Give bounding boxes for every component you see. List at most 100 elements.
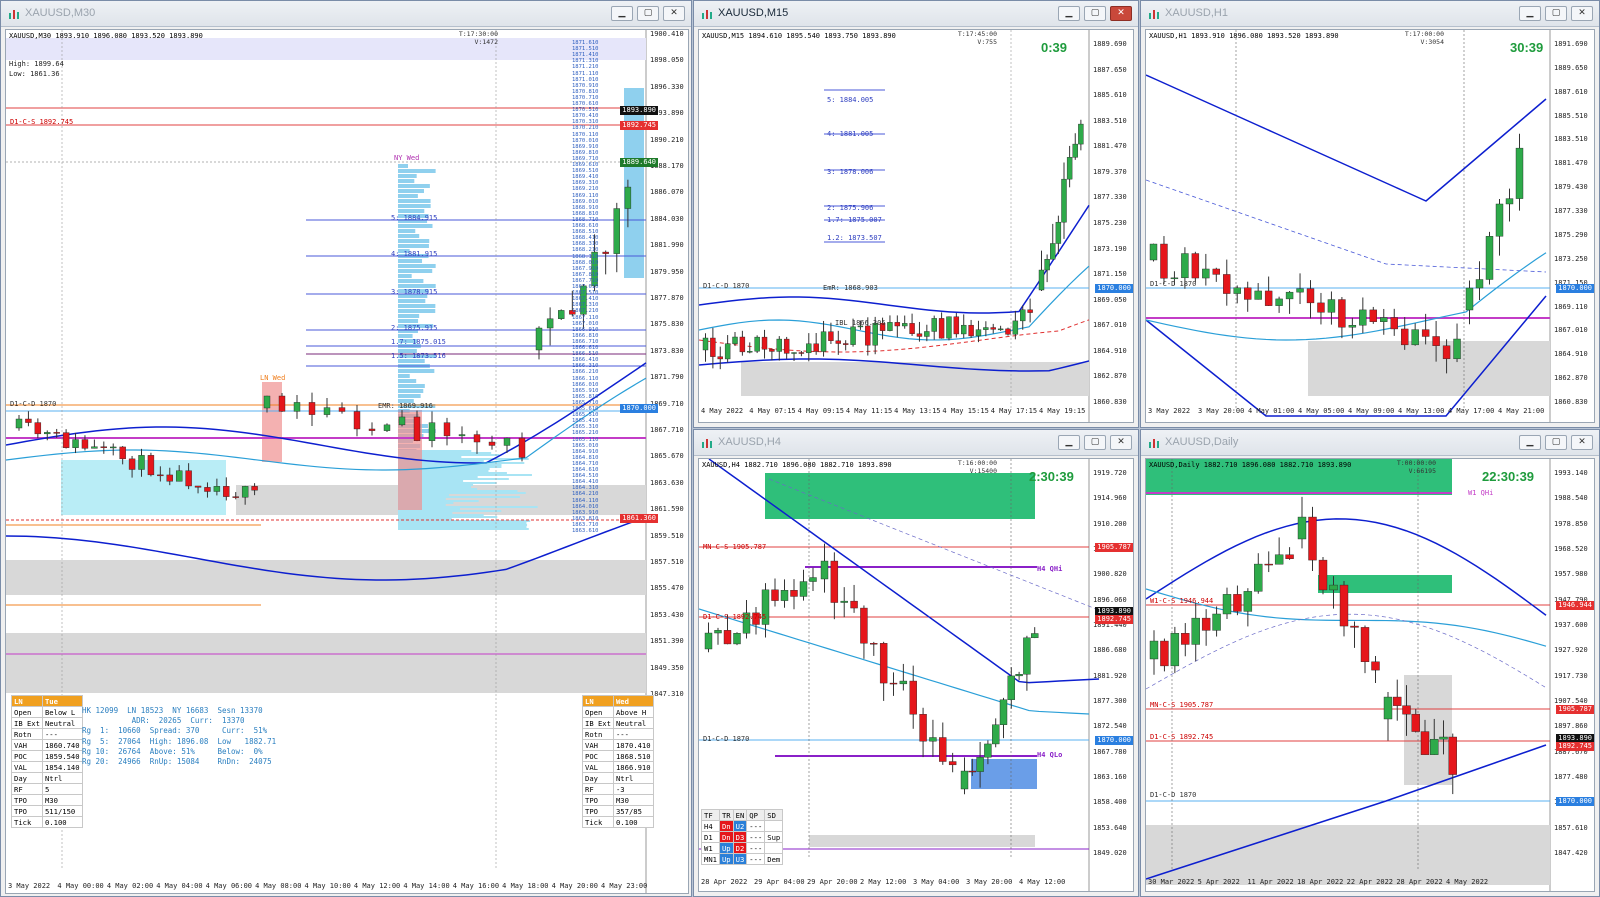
time-axis-label: 4 May 12:00 — [1019, 878, 1066, 886]
chart-canvas-daily[interactable] — [1146, 459, 1595, 892]
candle-body — [976, 757, 984, 772]
candle-body — [185, 470, 192, 487]
candle-body — [1475, 279, 1484, 289]
chart-window-m30[interactable]: XAUUSD,M30 ▁ ▢ ✕ XAUUSD,M30 1893.910 189… — [0, 0, 692, 897]
session-table-ln-wed: LN Wed Open Above H IB Ext Neutral Rotn --- VAH 1… — [582, 695, 654, 828]
candle-body — [398, 416, 406, 426]
candle-body — [723, 630, 732, 645]
price-axis-label: 1863.630 — [650, 478, 684, 487]
candle-body — [204, 487, 211, 492]
candle-body — [1442, 345, 1451, 360]
chart-canvas-m15[interactable] — [699, 30, 1134, 423]
candle-body — [157, 474, 164, 477]
candle-body — [813, 343, 819, 352]
chart-area-h4[interactable]: XAUUSD,H4 1882.710 1896.080 1882.710 189… — [698, 458, 1134, 892]
close-button[interactable]: ✕ — [1571, 6, 1593, 21]
candle-body — [806, 343, 812, 354]
chart-area-m30[interactable]: XAUUSD,M30 1893.910 1896.080 1893.520 18… — [5, 29, 689, 894]
close-button[interactable]: ✕ — [1110, 435, 1132, 450]
candle-body — [938, 318, 945, 339]
candle-body — [91, 446, 98, 449]
price-axis-label: 1862.870 — [1093, 372, 1127, 381]
candle-body — [1149, 640, 1159, 660]
tpo-price-label: 1867.710 — [572, 277, 599, 284]
minimize-button[interactable]: ▁ — [1519, 6, 1541, 21]
high-label: High: 1899.64 — [9, 60, 64, 68]
window-title: XAUUSD,M15 — [718, 7, 789, 19]
time-axis-label: 3 May 20:00 — [1198, 407, 1245, 415]
time-axis-label: 3 May 04:00 — [913, 878, 960, 886]
zone-grey — [741, 362, 1089, 396]
tpo-price-label: 1869.810 — [572, 149, 599, 156]
window-title: XAUUSD,Daily — [1165, 436, 1239, 448]
candle-body — [879, 643, 888, 684]
candle-body — [733, 633, 741, 645]
chart-area-m15[interactable]: XAUUSD,M15 1894.610 1895.540 1893.750 18… — [698, 29, 1134, 423]
price-axis-label: 1875.230 — [1093, 219, 1127, 227]
minimize-button[interactable]: ▁ — [1519, 435, 1541, 450]
chart-area-h1[interactable]: XAUUSD,H1 1893.910 1896.080 1893.520 189… — [1145, 29, 1595, 423]
candle-body — [1369, 309, 1378, 322]
window-titlebar[interactable]: XAUUSD,H1 ▁ ▢ ✕ — [1141, 1, 1599, 27]
candle-body — [1012, 320, 1019, 335]
tpo-price-label: 1865.010 — [572, 442, 599, 449]
chart-window-daily[interactable]: XAUUSD,Daily ▁ ▢ ✕ XAUUSD,Daily 1882.710… — [1140, 429, 1600, 897]
candle-body — [887, 322, 893, 331]
fib-level-label: 2: 1875.915 — [391, 324, 438, 332]
candle-body — [624, 186, 632, 209]
maximize-button[interactable]: ▢ — [1545, 435, 1567, 450]
candle-body — [368, 428, 376, 431]
time-volume-readout: T:17:00:00 V:3054 — [1404, 30, 1444, 46]
minimize-button[interactable]: ▁ — [1058, 435, 1080, 450]
candle-body — [732, 336, 738, 344]
window-titlebar[interactable]: XAUUSD,Daily ▁ ▢ ✕ — [1141, 430, 1599, 456]
price-axis-label: 1917.730 — [1554, 671, 1588, 680]
time-axis-label: 4 May 15:15 — [942, 407, 989, 415]
price-axis-label: 1879.430 — [1554, 183, 1588, 192]
time-axis-label: 4 May 2022 — [1446, 878, 1489, 886]
maximize-button[interactable]: ▢ — [1084, 6, 1106, 21]
price-axis-label: 1927.920 — [1554, 646, 1588, 655]
window-titlebar[interactable]: XAUUSD,H4 ▁ ▢ ✕ — [694, 430, 1138, 456]
price-axis-label: 1885.610 — [1093, 91, 1127, 100]
supply-zone-green — [765, 473, 1035, 519]
price-axis-label: 1877.330 — [1554, 207, 1588, 216]
tpo-price-label: 1865.210 — [572, 430, 599, 437]
emr-label: EMR: 1869.916 — [378, 402, 433, 410]
minimize-button[interactable]: ▁ — [611, 6, 633, 21]
tpo-price-label: 1871.110 — [572, 70, 599, 77]
price-tag: 1889.640 — [620, 158, 658, 167]
candle-body — [739, 336, 746, 353]
maximize-button[interactable]: ▢ — [1084, 435, 1106, 450]
candle-body — [999, 699, 1008, 725]
window-titlebar[interactable]: XAUUSD,M15 ▁ ▢ ✕ — [694, 1, 1138, 27]
chart-window-h4[interactable]: XAUUSD,H4 ▁ ▢ ✕ XAUUSD,H4 1882.710 1896.… — [693, 429, 1139, 897]
tpo-price-label: 1864.910 — [572, 448, 599, 455]
tpo-price-label: 1865.910 — [572, 387, 599, 394]
chart-area-daily[interactable]: XAUUSD,Daily 1882.710 1896.080 1882.710 … — [1145, 458, 1595, 892]
price-axis-label: 1914.960 — [1093, 494, 1127, 503]
tpo-price-label: 1867.310 — [572, 302, 599, 309]
close-button[interactable]: ✕ — [1110, 6, 1132, 21]
tpo-profile-bar — [398, 224, 433, 228]
fib-level-label: 1.2: 1873.507 — [827, 234, 882, 242]
maximize-button[interactable]: ▢ — [637, 6, 659, 21]
level-label-d1cd: D1-C-D 1870 — [703, 735, 750, 743]
minimize-button[interactable]: ▁ — [1058, 6, 1080, 21]
tpo-price-label: 1866.310 — [572, 363, 599, 370]
window-title: XAUUSD,H1 — [1165, 7, 1228, 19]
session-label-ny: NY Wed — [394, 154, 420, 162]
level-label-w1cs: W1-C-S 1946.944 — [1150, 597, 1214, 605]
time-axis-label: 4 May 14:00 — [403, 882, 450, 890]
candle-body — [1308, 516, 1317, 561]
close-button[interactable]: ✕ — [663, 6, 685, 21]
chart-window-m15[interactable]: XAUUSD,M15 ▁ ▢ ✕ XAUUSD,M15 1894.610 189… — [693, 0, 1139, 428]
window-titlebar[interactable]: XAUUSD,M30 ▁ ▢ ✕ — [1, 1, 691, 27]
maximize-button[interactable]: ▢ — [1545, 6, 1567, 21]
candle-body — [1453, 338, 1461, 360]
chart-canvas-h1[interactable] — [1146, 30, 1595, 423]
close-button[interactable]: ✕ — [1571, 435, 1593, 450]
chart-window-h1[interactable]: XAUUSD,H1 ▁ ▢ ✕ XAUUSD,H1 1893.910 1896.… — [1140, 0, 1600, 428]
candle-body — [1181, 253, 1189, 279]
candle-body — [1243, 287, 1252, 300]
